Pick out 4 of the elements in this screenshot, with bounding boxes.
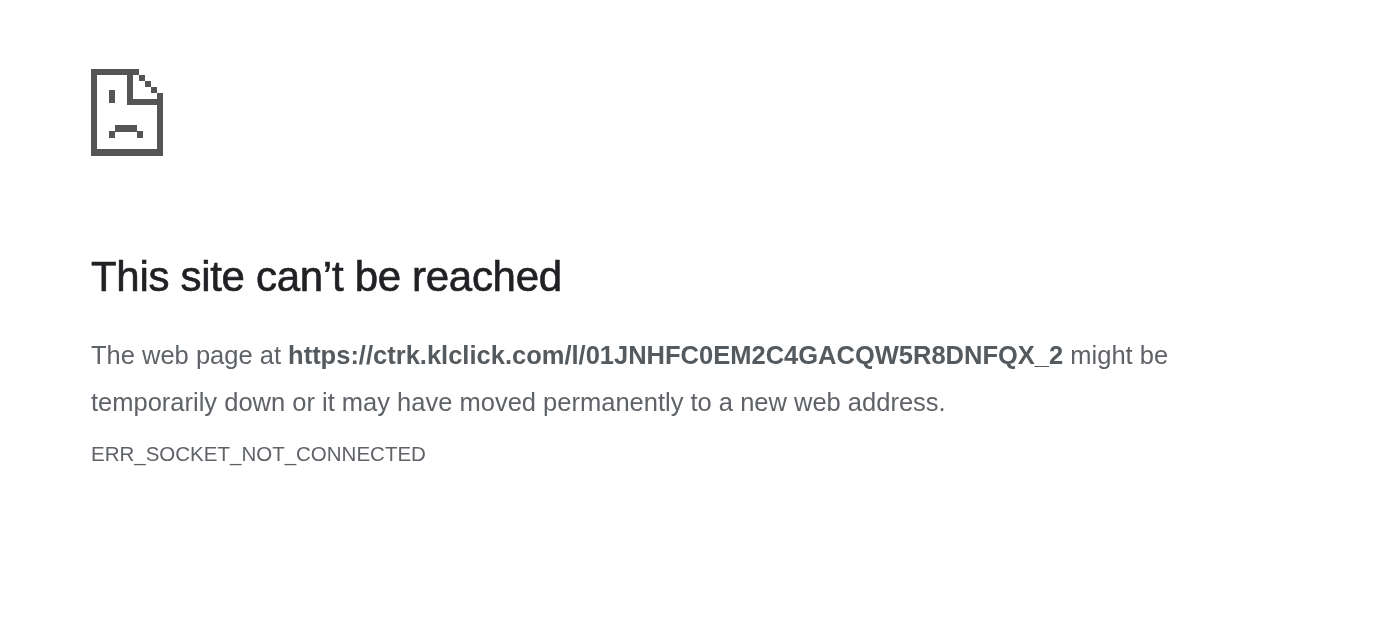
sad-page-icon (91, 69, 163, 156)
error-code: ERR_SOCKET_NOT_CONNECTED (91, 441, 426, 468)
error-message: The web page at https://ctrk.klclick.com/l/01JNHFC0EM2C4GACQW5R8DNFQX_2 might be temporarily down or it may have moved permanently to a new web address. (91, 340, 1170, 418)
error-heading: This site can’t be reached (91, 252, 563, 302)
